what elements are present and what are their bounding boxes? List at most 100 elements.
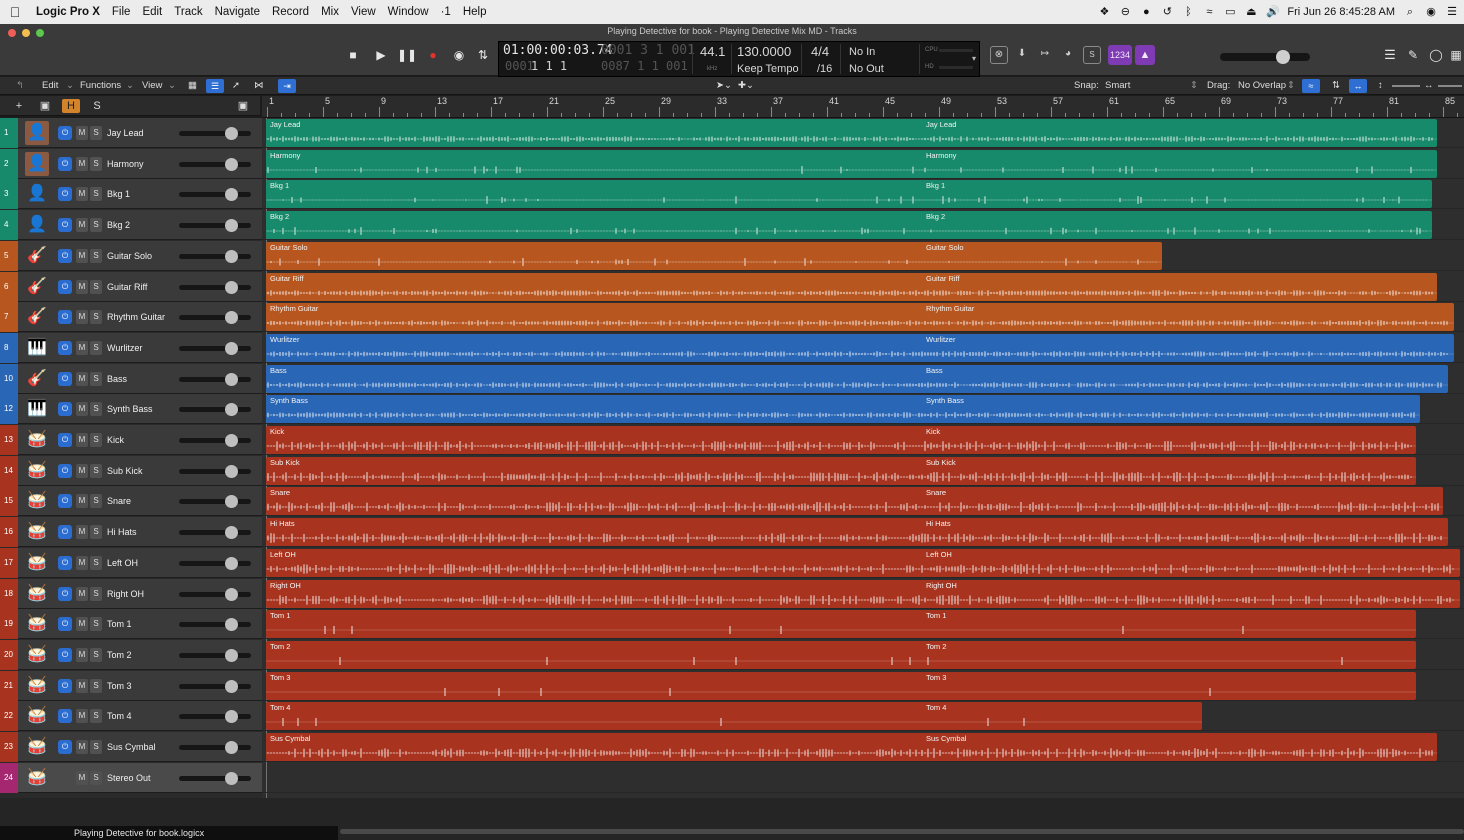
tempo-value[interactable]: 130.0000 xyxy=(737,44,791,59)
track-header[interactable]: 20 🥁 ⏻ M S Tom 2 xyxy=(0,640,262,670)
stop-button[interactable]: ■ xyxy=(343,44,363,66)
audio-region[interactable]: Bkg 1 Bkg 1 xyxy=(266,180,1432,208)
power-icon[interactable]: ⏻ xyxy=(58,341,72,355)
mute-button[interactable]: M xyxy=(76,648,88,662)
track-name[interactable]: Guitar Solo xyxy=(107,241,152,271)
vertical-zoom-slider[interactable] xyxy=(1392,85,1420,87)
track-header[interactable]: 1 👤 ⏻ M S Jay Lead xyxy=(0,118,262,148)
power-icon[interactable]: ⏻ xyxy=(58,709,72,723)
audio-region[interactable]: Bass Bass xyxy=(266,365,1448,393)
track-header[interactable]: 19 🥁 ⏻ M S Tom 1 xyxy=(0,609,262,639)
track-lane[interactable]: Hi Hats Hi Hats xyxy=(262,517,1464,547)
snap-chevron-icon[interactable]: ⇕ xyxy=(1190,80,1198,91)
track-name[interactable]: Stereo Out xyxy=(107,763,151,793)
solo-button[interactable]: S xyxy=(90,187,102,201)
track-name[interactable]: Tom 1 xyxy=(107,609,132,639)
mute-button[interactable]: M xyxy=(76,187,88,201)
power-icon[interactable]: ⏻ xyxy=(58,679,72,693)
horizontal-scrollbar[interactable] xyxy=(340,829,1464,834)
track-header[interactable]: 15 🥁 ⏻ M S Snare xyxy=(0,486,262,516)
track-header[interactable]: 14 🥁 ⏻ M S Sub Kick xyxy=(0,456,262,486)
track-lane[interactable]: Tom 1 Tom 1 xyxy=(262,609,1464,639)
cycle-button[interactable]: ⇅ xyxy=(473,44,493,66)
power-icon[interactable]: ⏻ xyxy=(58,648,72,662)
add-track-icon[interactable]: + xyxy=(10,99,28,113)
chevron-down-icon[interactable]: ⌄ xyxy=(66,80,74,91)
volume-fader[interactable] xyxy=(179,219,251,232)
solo-button[interactable]: S xyxy=(90,126,102,140)
track-lane[interactable]: Synth Bass Synth Bass xyxy=(262,394,1464,424)
track-lane[interactable]: Tom 4 Tom 4 xyxy=(262,701,1464,731)
menu-mix[interactable]: Mix xyxy=(315,0,345,24)
fader-knob[interactable] xyxy=(225,281,238,294)
keyboard-icon[interactable]: 🎹 xyxy=(25,336,49,360)
mute-button[interactable]: M xyxy=(76,587,88,601)
volume-fader[interactable] xyxy=(179,680,251,693)
volume-fader[interactable] xyxy=(179,188,251,201)
solo-button[interactable]: S xyxy=(90,280,102,294)
record-status-icon[interactable]: ● xyxy=(1140,6,1152,18)
menu-file[interactable]: File xyxy=(106,0,137,24)
fader-knob[interactable] xyxy=(225,465,238,478)
power-icon[interactable]: ⏻ xyxy=(58,402,72,416)
track-name[interactable]: Rhythm Guitar xyxy=(107,302,165,332)
track-header[interactable]: 6 🎸 ⏻ M S Guitar Riff xyxy=(0,272,262,302)
solo-all-button[interactable]: S xyxy=(88,99,106,113)
tempo-mode[interactable]: Keep Tempo xyxy=(737,63,799,75)
power-icon[interactable]: ⏻ xyxy=(58,556,72,570)
automation-icon[interactable]: ➚ xyxy=(232,80,240,91)
edit-menu[interactable]: Edit xyxy=(42,80,58,91)
menu-help[interactable]: Help xyxy=(457,0,493,24)
mute-button[interactable]: M xyxy=(76,372,88,386)
solo-button[interactable]: S xyxy=(90,771,102,785)
list-editors-icon[interactable]: ☰ xyxy=(1380,44,1400,66)
flex-icon[interactable]: ⋈ xyxy=(254,80,264,91)
menu-app-name[interactable]: Logic Pro X xyxy=(30,0,106,24)
browser-icon[interactable]: ▦ xyxy=(1446,44,1464,66)
fader-knob[interactable] xyxy=(225,311,238,324)
volume-fader[interactable] xyxy=(179,710,251,723)
power-icon[interactable]: ⏻ xyxy=(58,494,72,508)
track-name[interactable]: Bkg 1 xyxy=(107,179,130,209)
track-lane[interactable]: Sub Kick Sub Kick xyxy=(262,456,1464,486)
audio-region[interactable]: Guitar Riff Guitar Riff xyxy=(266,273,1437,301)
tracks-area[interactable]: Jay Lead Jay Lead Harmony Harmony Bkg 1 Bkg 1… xyxy=(262,118,1464,798)
menu-screenset[interactable]: ·1 xyxy=(435,0,457,24)
track-name[interactable]: Tom 3 xyxy=(107,671,132,701)
track-name[interactable]: Harmony xyxy=(107,149,144,179)
audio-region[interactable]: Synth Bass Synth Bass xyxy=(266,395,1420,423)
synth-icon[interactable]: 🎹 xyxy=(25,397,49,421)
mute-button[interactable]: M xyxy=(76,157,88,171)
track-header[interactable]: 7 🎸 ⏻ M S Rhythm Guitar xyxy=(0,302,262,332)
chevron-down-icon[interactable]: ⌄ xyxy=(126,80,134,91)
menu-clock[interactable]: Fri Jun 26 8:45:28 AM xyxy=(1287,6,1395,18)
fader-knob[interactable] xyxy=(225,188,238,201)
track-lane[interactable]: Harmony Harmony xyxy=(262,149,1464,179)
audio-region[interactable]: Sub Kick Sub Kick xyxy=(266,457,1416,485)
track-name[interactable]: Guitar Riff xyxy=(107,272,147,302)
track-header[interactable]: 12 🎹 ⏻ M S Synth Bass xyxy=(0,394,262,424)
mute-button[interactable]: M xyxy=(76,249,88,263)
grid-view-icon[interactable]: ▦ xyxy=(188,80,197,91)
solo-button[interactable]: S xyxy=(90,648,102,662)
lcd-display[interactable]: 01:00:00:03.74 0001 3 1 001 0001 1 1 1 0… xyxy=(498,41,980,77)
singer-icon[interactable]: 👤 xyxy=(25,213,49,237)
mute-button[interactable]: M xyxy=(76,310,88,324)
solo-button[interactable]: S xyxy=(90,464,102,478)
volume-fader[interactable] xyxy=(179,127,251,140)
solo-button[interactable]: S xyxy=(90,249,102,263)
audio-region[interactable]: Harmony Harmony xyxy=(266,150,1437,178)
track-lane[interactable]: Left OH Left OH xyxy=(262,548,1464,578)
power-icon[interactable]: ⏻ xyxy=(58,157,72,171)
track-header[interactable]: 22 🥁 ⏻ M S Tom 4 xyxy=(0,701,262,731)
singer-icon[interactable]: 👤 xyxy=(25,182,49,206)
master-volume-knob[interactable] xyxy=(1276,50,1290,64)
menu-navigate[interactable]: Navigate xyxy=(209,0,266,24)
time-machine-icon[interactable]: ↺ xyxy=(1161,6,1173,18)
track-lane[interactable]: Right OH Right OH xyxy=(262,579,1464,609)
volume-fader[interactable] xyxy=(179,403,251,416)
power-icon[interactable]: ⏻ xyxy=(58,310,72,324)
volume-fader[interactable] xyxy=(179,741,251,754)
solo-button[interactable]: S xyxy=(90,556,102,570)
mute-button[interactable]: M xyxy=(76,679,88,693)
